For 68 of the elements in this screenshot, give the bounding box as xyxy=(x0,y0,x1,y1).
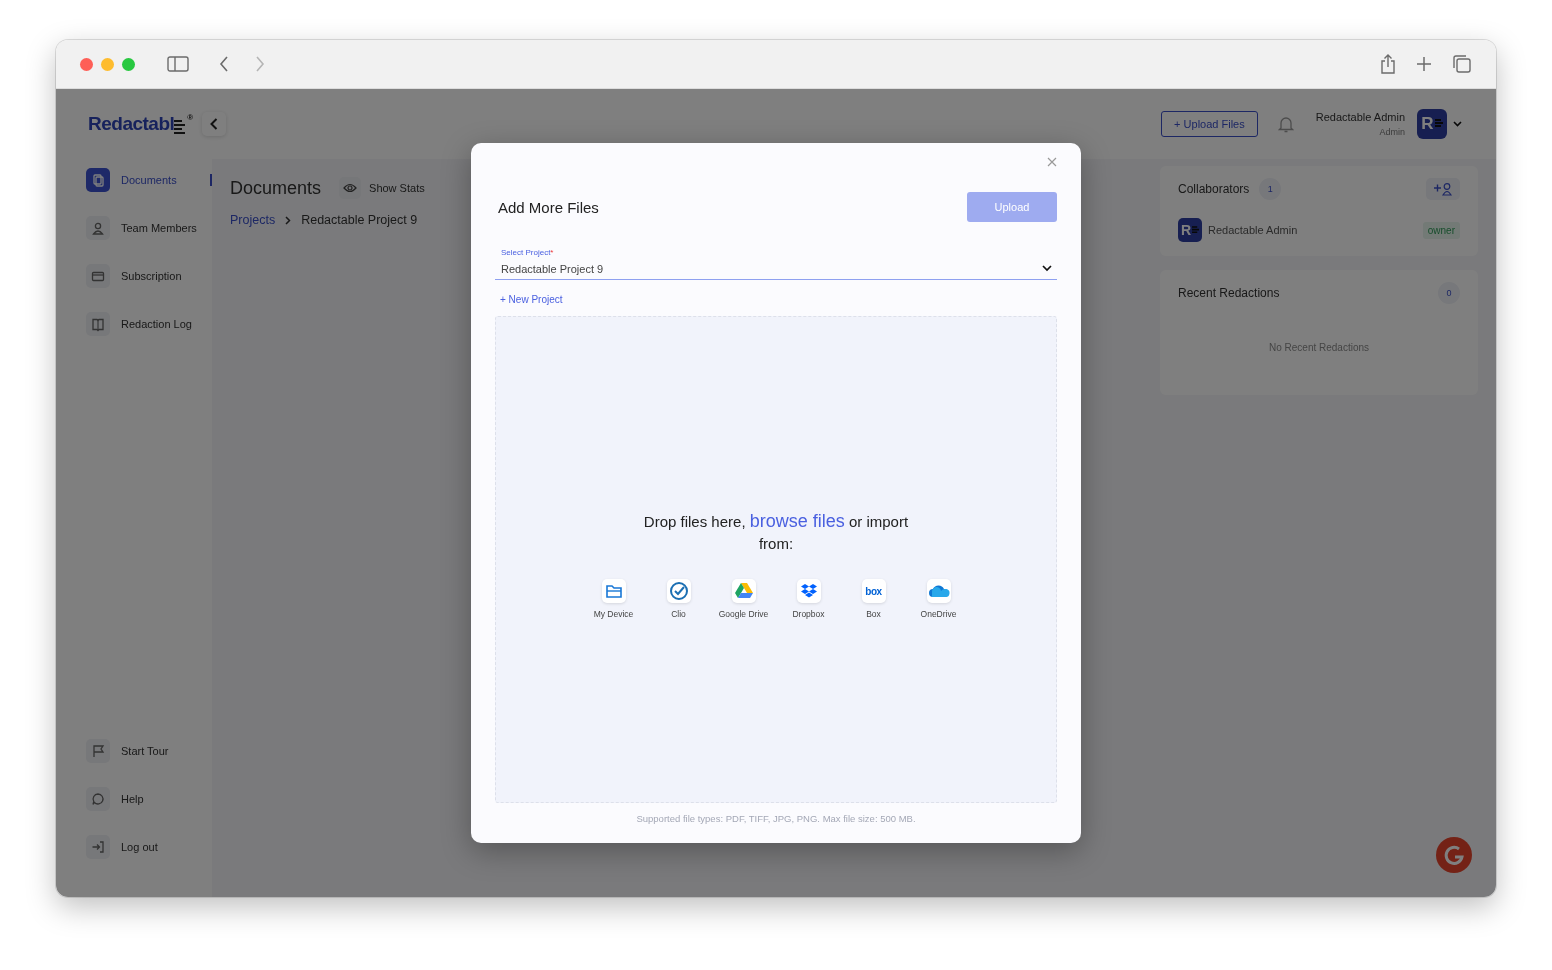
member-name: Redactable Admin xyxy=(1208,224,1298,236)
triangle-icon xyxy=(733,582,754,600)
file-types-note: Supported file types: PDF, TIFF, JPG, PNG. Max file size: 500 MB. xyxy=(635,813,917,824)
import-source-button[interactable]: box Box xyxy=(844,579,903,619)
sidebar-item[interactable]: Help xyxy=(86,783,212,815)
floating-logo-icon[interactable] xyxy=(1436,837,1472,873)
card-title: Collaborators xyxy=(1178,182,1250,196)
role-badge: owner xyxy=(1422,221,1460,239)
page-title: Documents xyxy=(230,177,322,199)
chat-bubble-icon xyxy=(90,791,106,807)
user-avatar[interactable]: R xyxy=(1417,109,1447,139)
book-icon xyxy=(90,316,106,332)
check-circle-icon xyxy=(668,581,689,601)
chevron-icon xyxy=(285,215,292,225)
minimize-window-button[interactable] xyxy=(101,57,114,71)
dialog-title: Add More Files xyxy=(498,198,599,216)
diamonds-icon xyxy=(799,583,818,599)
breadcrumb-current: Redactable Project 9 xyxy=(301,213,418,227)
project-select[interactable]: Select Project* Redactable Project 9 xyxy=(495,248,1057,280)
copy-icon xyxy=(90,172,106,188)
sidebar-item[interactable]: Documents xyxy=(86,164,212,196)
eye-icon xyxy=(343,183,358,193)
caret-icon[interactable] xyxy=(1453,121,1462,127)
logo: Redactabl ® xyxy=(88,113,193,135)
collapse-button[interactable] xyxy=(202,112,226,136)
back-icon[interactable] xyxy=(219,56,229,72)
close-window-button[interactable] xyxy=(80,57,93,71)
import-source-button[interactable]: OneDrive xyxy=(909,579,968,619)
user-name: Redactable Admin xyxy=(1315,111,1405,123)
logout-icon xyxy=(90,839,106,855)
import-source-button[interactable]: Clio xyxy=(649,579,708,619)
breadcrumb-link[interactable]: Projects xyxy=(230,213,276,227)
import-source-button[interactable]: Dropbox xyxy=(779,579,838,619)
count-badge: 0 xyxy=(1438,282,1460,304)
card-title: Recent Redactions xyxy=(1178,286,1280,300)
cloud-icon xyxy=(927,584,950,598)
drop-instructions: Drop files here, browse files or import from: xyxy=(642,510,910,554)
flag-icon xyxy=(90,743,106,759)
import-source-button[interactable]: My Device xyxy=(584,579,643,619)
add-user-button[interactable] xyxy=(1426,178,1460,200)
import-source-button[interactable]: Google Drive xyxy=(714,579,773,619)
box-logo: box xyxy=(865,585,882,597)
new-project-link[interactable]: + New Project xyxy=(500,294,563,305)
sidebar-item[interactable]: Subscription xyxy=(86,260,212,292)
show-stats-button[interactable]: Show Stats xyxy=(339,177,425,199)
sidebar-item[interactable]: Team Members xyxy=(86,212,212,244)
folder-icon xyxy=(604,583,623,599)
user-role: Admin xyxy=(1379,127,1405,137)
sidebar-toggle-icon[interactable] xyxy=(167,56,189,72)
share-icon[interactable] xyxy=(1380,54,1396,74)
caret-icon xyxy=(1042,265,1052,272)
add-user-icon xyxy=(1433,182,1453,196)
tabs-overview-icon[interactable] xyxy=(1452,54,1472,74)
empty-message: No Recent Redactions xyxy=(1267,342,1371,353)
zoom-window-button[interactable] xyxy=(122,57,135,71)
new-tab-icon[interactable] xyxy=(1416,56,1432,72)
sidebar-item[interactable]: Redaction Log xyxy=(86,308,212,340)
upload-files-button[interactable]: + Upload Files xyxy=(1161,111,1258,137)
count-badge: 1 xyxy=(1259,178,1282,200)
drop-zone[interactable]: Drop files here, browse files or import from: My Device Clio Google Drive Dropbox box Box OneDrive xyxy=(495,316,1057,803)
close-icon xyxy=(1047,157,1057,167)
member-avatar: R xyxy=(1178,218,1202,242)
forward-icon[interactable] xyxy=(255,56,265,72)
chevron-left-icon xyxy=(210,118,218,130)
sidebar-item[interactable]: Log out xyxy=(86,831,212,863)
bell-icon[interactable] xyxy=(1277,115,1294,133)
person-icon xyxy=(90,220,106,236)
sidebar-item[interactable]: Start Tour xyxy=(86,735,212,767)
